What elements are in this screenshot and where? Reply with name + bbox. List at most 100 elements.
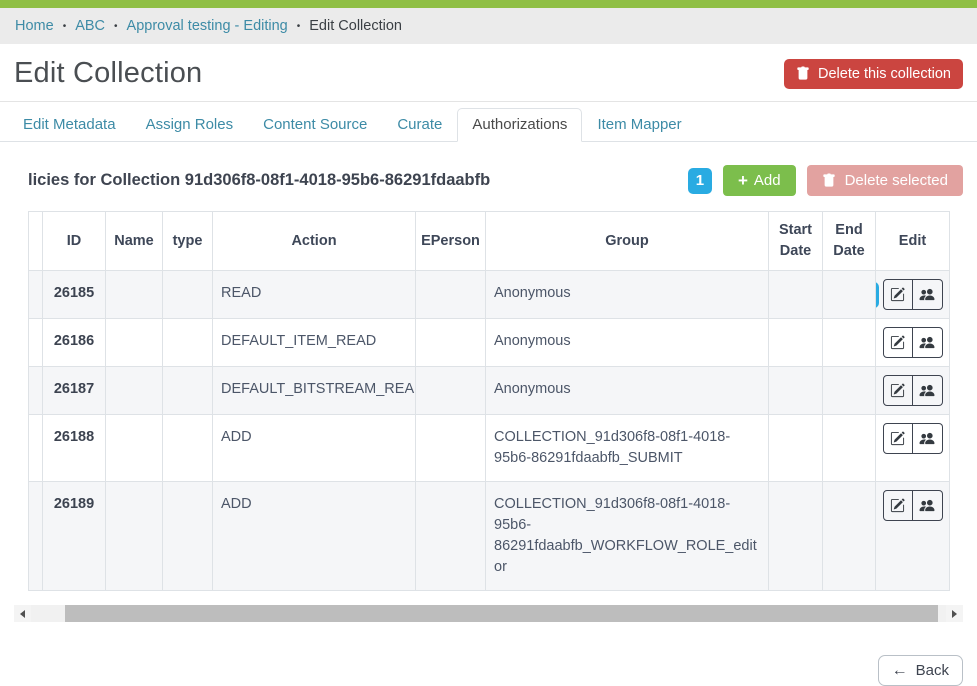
top-accent-bar: [0, 0, 977, 8]
edit-policy-button[interactable]: [883, 375, 913, 406]
policy-edit-button-group: [883, 423, 943, 454]
tab-assign-roles[interactable]: Assign Roles: [131, 108, 249, 142]
select-cell: [29, 319, 43, 367]
breadcrumb: Home•ABC•Approval testing - Editing•Edit…: [0, 8, 977, 44]
policy-edit-cell: [876, 367, 950, 415]
policy-row: 26185 READ Anonymous 2: [29, 271, 950, 319]
tab-content-source[interactable]: Content Source: [248, 108, 382, 142]
toolbar-actions: 1 + Add Delete selected: [688, 165, 963, 196]
policy-eperson: [416, 319, 486, 367]
edit-group-button[interactable]: [913, 490, 943, 521]
policy-edit-cell: [876, 319, 950, 367]
policies-table: IDNametypeActionEPersonGroupStart DateEn…: [28, 211, 950, 591]
policy-type: [163, 482, 213, 591]
column-header-type: type: [163, 212, 213, 271]
policy-action: DEFAULT_ITEM_READ: [213, 319, 416, 367]
tab-authorizations[interactable]: Authorizations: [457, 108, 582, 142]
policies-table-header-row: IDNametypeActionEPersonGroupStart DateEn…: [29, 212, 950, 271]
policy-type: [163, 415, 213, 482]
policy-end-date: [823, 367, 876, 415]
scrollbar-thumb[interactable]: [65, 605, 938, 622]
page-title: Edit Collection: [14, 57, 202, 90]
trash-icon: [822, 173, 836, 188]
edit-policy-button[interactable]: [883, 423, 913, 454]
edit-policy-button[interactable]: [883, 279, 913, 310]
policy-eperson: [416, 367, 486, 415]
policy-start-date: [769, 271, 823, 319]
horizontal-scrollbar[interactable]: [14, 605, 963, 622]
policy-eperson: [416, 271, 486, 319]
policy-action: READ: [213, 271, 416, 319]
scroll-left-arrow-icon: [20, 610, 25, 618]
policy-edit-button-group: [883, 490, 943, 521]
select-cell: [29, 415, 43, 482]
breadcrumb-item-abc[interactable]: ABC: [75, 18, 105, 34]
select-cell: [29, 271, 43, 319]
policy-name: [106, 367, 163, 415]
tab-bar: Edit MetadataAssign RolesContent SourceC…: [0, 102, 977, 142]
edit-group-button[interactable]: [913, 423, 943, 454]
policy-row: 26189 ADD COLLECTION_91d306f8-08f1-4018-…: [29, 482, 950, 591]
policy-id: 26186: [43, 319, 106, 367]
policy-row: 26186 DEFAULT_ITEM_READ Anonymous: [29, 319, 950, 367]
edit-group-button[interactable]: [913, 279, 943, 310]
policy-start-date: [769, 415, 823, 482]
policy-type: [163, 319, 213, 367]
column-header-action: Action: [213, 212, 416, 271]
edit-group-button[interactable]: [913, 327, 943, 358]
delete-selected-button[interactable]: Delete selected: [807, 165, 963, 196]
policy-id: 26185: [43, 271, 106, 319]
policy-start-date: [769, 367, 823, 415]
delete-collection-label: Delete this collection: [818, 66, 951, 82]
policy-id: 26189: [43, 482, 106, 591]
policy-eperson: [416, 482, 486, 591]
policy-type: [163, 271, 213, 319]
policy-id: 26187: [43, 367, 106, 415]
tab-edit-metadata[interactable]: Edit Metadata: [8, 108, 131, 142]
column-header-eperson: EPerson: [416, 212, 486, 271]
edit-policy-button[interactable]: [883, 490, 913, 521]
breadcrumb-separator: •: [63, 21, 67, 32]
back-arrow-icon: ←: [892, 663, 908, 679]
policy-group: Anonymous: [486, 367, 769, 415]
column-header-name: Name: [106, 212, 163, 271]
page-footer: ← Back: [0, 636, 977, 686]
delete-collection-button[interactable]: Delete this collection: [784, 59, 963, 89]
edit-group-button[interactable]: [913, 375, 943, 406]
policy-edit-cell: [876, 482, 950, 591]
page-header: Edit Collection Delete this collection: [0, 44, 977, 90]
tab-curate[interactable]: Curate: [382, 108, 457, 142]
policy-action: ADD: [213, 415, 416, 482]
column-header-group: Group: [486, 212, 769, 271]
policy-action: ADD: [213, 482, 416, 591]
policies-table-container: IDNametypeActionEPersonGroupStart DateEn…: [28, 211, 963, 591]
column-header-edit: Edit: [876, 212, 950, 271]
breadcrumb-item-home[interactable]: Home: [15, 18, 54, 34]
scroll-right-arrow-icon: [952, 610, 957, 618]
select-cell: [29, 482, 43, 591]
plus-icon: +: [738, 172, 748, 189]
column-header-id: ID: [43, 212, 106, 271]
breadcrumb-item-approval-testing-editing[interactable]: Approval testing - Editing: [127, 18, 288, 34]
scroll-right-button[interactable]: [946, 605, 963, 622]
tab-item-mapper[interactable]: Item Mapper: [582, 108, 696, 142]
add-policy-button[interactable]: + Add: [723, 165, 796, 196]
policy-start-date: [769, 482, 823, 591]
edit-policy-button[interactable]: [883, 327, 913, 358]
policy-row: 26188 ADD COLLECTION_91d306f8-08f1-4018-…: [29, 415, 950, 482]
scroll-left-button[interactable]: [14, 605, 31, 622]
policy-id: 26188: [43, 415, 106, 482]
marker-1-badge: 1: [688, 168, 712, 194]
back-button[interactable]: ← Back: [878, 655, 963, 686]
policies-table-body: 26185 READ Anonymous 2 26186 DEFAULT_ITE…: [29, 271, 950, 591]
scrollbar-track[interactable]: [31, 605, 946, 622]
policy-eperson: [416, 415, 486, 482]
column-header-start-date: Start Date: [769, 212, 823, 271]
policy-edit-button-group: [883, 375, 943, 406]
policy-action: DEFAULT_BITSTREAM_READ: [213, 367, 416, 415]
policy-group: Anonymous: [486, 271, 769, 319]
policy-end-date: [823, 319, 876, 367]
policy-name: [106, 319, 163, 367]
policy-end-date: [823, 415, 876, 482]
policy-type: [163, 367, 213, 415]
